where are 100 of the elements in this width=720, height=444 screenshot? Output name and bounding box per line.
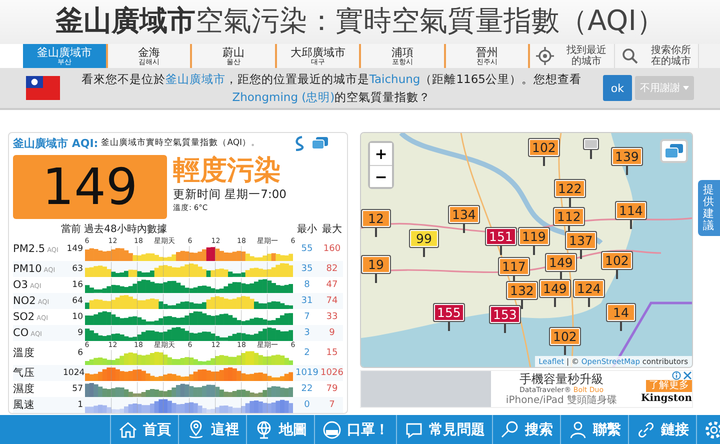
max-value: 82 bbox=[325, 264, 339, 274]
ok-button[interactable]: ok bbox=[602, 75, 632, 101]
zoom-in-button[interactable]: + bbox=[370, 143, 392, 165]
aqi-marker[interactable]: 14 bbox=[606, 303, 636, 322]
marker-pin bbox=[462, 224, 465, 233]
marker-pin bbox=[532, 246, 535, 255]
nav-item[interactable]: 首頁 bbox=[110, 415, 178, 444]
marker-pin bbox=[542, 157, 545, 166]
current-value: 6 bbox=[76, 348, 84, 358]
page-title: 釜山廣域市空氣污染：實時空氣質量指數（AQI） bbox=[0, 0, 720, 44]
measure-name: O3 bbox=[13, 279, 28, 291]
measure-name: SO2 bbox=[13, 311, 35, 323]
nav-item[interactable]: 鏈接 bbox=[628, 415, 696, 444]
min-value: 22 bbox=[300, 384, 314, 394]
min-value: 55 bbox=[300, 244, 314, 254]
aqi-marker[interactable]: 102 bbox=[528, 138, 560, 157]
aqi-marker[interactable]: 149 bbox=[539, 279, 571, 298]
nav-item[interactable]: 口罩！ bbox=[314, 415, 396, 444]
aqi-marker[interactable]: 12 bbox=[361, 209, 391, 228]
current-header: 當前 過去48小時內數據 bbox=[60, 222, 168, 236]
ad-headline: 手機容量秒升級 bbox=[520, 372, 604, 386]
current-value: 149 bbox=[66, 244, 84, 254]
layers-icon bbox=[664, 143, 684, 159]
marker-pin bbox=[568, 198, 571, 207]
marker-pin bbox=[588, 298, 590, 307]
aqi-marker[interactable]: 114 bbox=[615, 201, 647, 220]
aqi-marker[interactable]: 134 bbox=[448, 205, 480, 224]
layers-icon[interactable] bbox=[311, 136, 329, 150]
aqi-marker[interactable]: 122 bbox=[554, 179, 586, 198]
info-icon[interactable] bbox=[672, 371, 681, 380]
nav-item[interactable]: 地圖 bbox=[246, 415, 314, 444]
card-subtitle: 釜山廣域市實時空氣質量指數（AQI）。 bbox=[101, 137, 260, 149]
station-marker[interactable] bbox=[583, 138, 599, 150]
aqi-marker[interactable]: 99 bbox=[409, 229, 439, 248]
current-value: 1024 bbox=[63, 368, 85, 378]
measure-name: NO2 bbox=[13, 295, 36, 307]
aqi-value-box: 149 bbox=[13, 155, 167, 219]
settings-icon bbox=[704, 420, 720, 440]
aqi-marker[interactable]: 153 bbox=[489, 305, 521, 324]
aqi-title-link[interactable]: 釜山廣域市 AQI: bbox=[13, 136, 98, 150]
aqi-marker[interactable]: 117 bbox=[498, 257, 530, 276]
marker-pin bbox=[590, 150, 592, 159]
home-icon bbox=[118, 420, 138, 440]
current-value: 1 bbox=[76, 400, 84, 410]
aqi-marker[interactable]: 19 bbox=[361, 255, 391, 274]
aqi-marker[interactable]: 151 bbox=[485, 227, 517, 246]
marker-pin bbox=[375, 274, 377, 283]
nav-item[interactable]: 常見問題 bbox=[396, 415, 492, 444]
measure-name: 溫度 bbox=[13, 346, 35, 360]
min-value: 3 bbox=[303, 328, 311, 338]
layers-button[interactable] bbox=[660, 139, 688, 163]
aqi-marker[interactable]: 124 bbox=[573, 279, 605, 298]
min-value: 35 bbox=[300, 264, 314, 274]
current-value: 16 bbox=[71, 280, 84, 290]
min-value: 8 bbox=[303, 280, 311, 290]
current-value: 10 bbox=[71, 312, 84, 322]
nav-item[interactable]: 聯繫 bbox=[560, 415, 628, 444]
marker-pin bbox=[580, 250, 582, 259]
marker-pin bbox=[630, 220, 632, 229]
measure-name: PM10 bbox=[13, 263, 42, 275]
max-value: 7 bbox=[328, 400, 336, 410]
air-quality-status: 輕度污染 bbox=[173, 155, 282, 187]
min-value: 31 bbox=[300, 296, 314, 306]
min-value: 1019 bbox=[295, 368, 319, 378]
measure-name: 气压 bbox=[13, 366, 35, 380]
marker-pin bbox=[520, 300, 523, 309]
min-value: 7 bbox=[303, 312, 311, 322]
aqi-marker[interactable]: 102 bbox=[549, 327, 581, 346]
caret-icon bbox=[683, 86, 689, 90]
aqi-marker[interactable]: 119 bbox=[518, 227, 550, 246]
marker-pin bbox=[448, 322, 450, 331]
aqi-marker[interactable]: 132 bbox=[506, 281, 538, 300]
close-icon[interactable] bbox=[683, 371, 692, 380]
zoom-out-button[interactable]: − bbox=[370, 165, 392, 187]
max-value: 79 bbox=[325, 384, 339, 394]
min-value: 0 bbox=[303, 400, 311, 410]
update-time: 更新时间 星期一7:00 bbox=[173, 187, 286, 201]
max-value: 9 bbox=[328, 328, 336, 338]
max-value: 15 bbox=[325, 348, 339, 358]
aqi-marker[interactable]: 149 bbox=[545, 253, 577, 272]
marker-pin bbox=[564, 346, 566, 355]
aqi-marker[interactable]: 155 bbox=[433, 303, 465, 322]
nav-item[interactable]: 搜索 bbox=[492, 415, 560, 444]
max-value: 74 bbox=[325, 296, 339, 306]
flag-icon bbox=[26, 76, 60, 100]
current-value: 63 bbox=[71, 264, 84, 274]
target-icon bbox=[536, 47, 554, 65]
max-header: 最大 bbox=[321, 222, 343, 236]
nav-item[interactable]: 這裡 bbox=[178, 415, 246, 444]
max-value: 160 bbox=[322, 244, 342, 254]
marker-pin bbox=[616, 270, 618, 279]
aqi-marker[interactable]: 139 bbox=[611, 147, 643, 166]
person-icon bbox=[568, 420, 588, 440]
search-tab[interactable]: 搜索你所在的城市 bbox=[614, 44, 699, 68]
aqi-marker[interactable]: 137 bbox=[565, 231, 597, 250]
max-value: 47 bbox=[325, 280, 339, 290]
ad-tagline: iPhone/iPad 雙頭隨身碟 bbox=[506, 394, 618, 406]
brand-logo: Kingston bbox=[641, 392, 692, 406]
aqi-marker[interactable]: 112 bbox=[553, 207, 585, 226]
aqi-marker[interactable]: 102 bbox=[601, 251, 633, 270]
